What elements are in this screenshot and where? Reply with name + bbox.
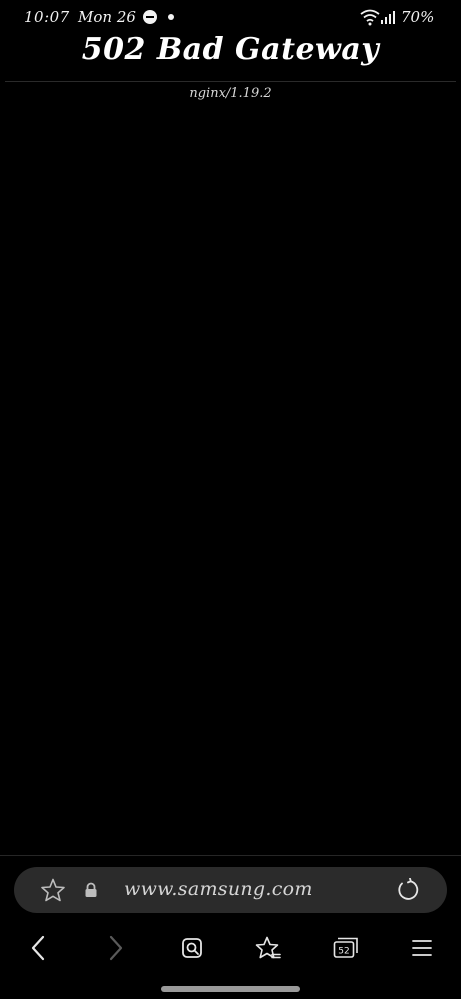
search-icon [182,938,202,958]
menu-icon [412,940,432,956]
search-button[interactable] [172,928,212,968]
browser-nav-bar: 52 [0,928,461,968]
toolbar-divider [0,855,461,856]
battery-level: 70% [401,8,435,26]
back-button[interactable] [18,928,58,968]
status-date: Mon 26 [78,8,136,26]
page-title: 502 Bad Gateway [81,32,380,67]
do-not-disturb-icon [143,10,157,24]
forward-arrow-icon [109,935,123,961]
home-indicator[interactable] [161,986,300,992]
url-bar[interactable]: www.samsung.com [14,867,447,913]
tab-count: 52 [338,947,349,957]
wifi-icon [360,9,380,26]
tabs-icon: 52 [333,937,358,958]
menu-button[interactable] [402,928,442,968]
signal-icon [381,11,395,24]
star-icon[interactable] [40,878,66,902]
bookmarks-button[interactable] [248,928,288,968]
forward-button[interactable] [96,928,136,968]
status-time: 10:07 [24,8,70,26]
title-divider [5,81,456,82]
url-text[interactable]: www.samsung.com [124,878,384,900]
notification-dot-icon [168,14,174,20]
bookmarks-icon [255,936,281,959]
server-info: nginx/1.19.2 [189,86,272,101]
status-bar: 10:07 Mon 26 70% [0,0,461,34]
back-arrow-icon [31,935,45,961]
lock-icon [85,882,97,897]
reload-icon[interactable] [396,878,420,902]
tabs-button[interactable]: 52 [326,928,366,968]
